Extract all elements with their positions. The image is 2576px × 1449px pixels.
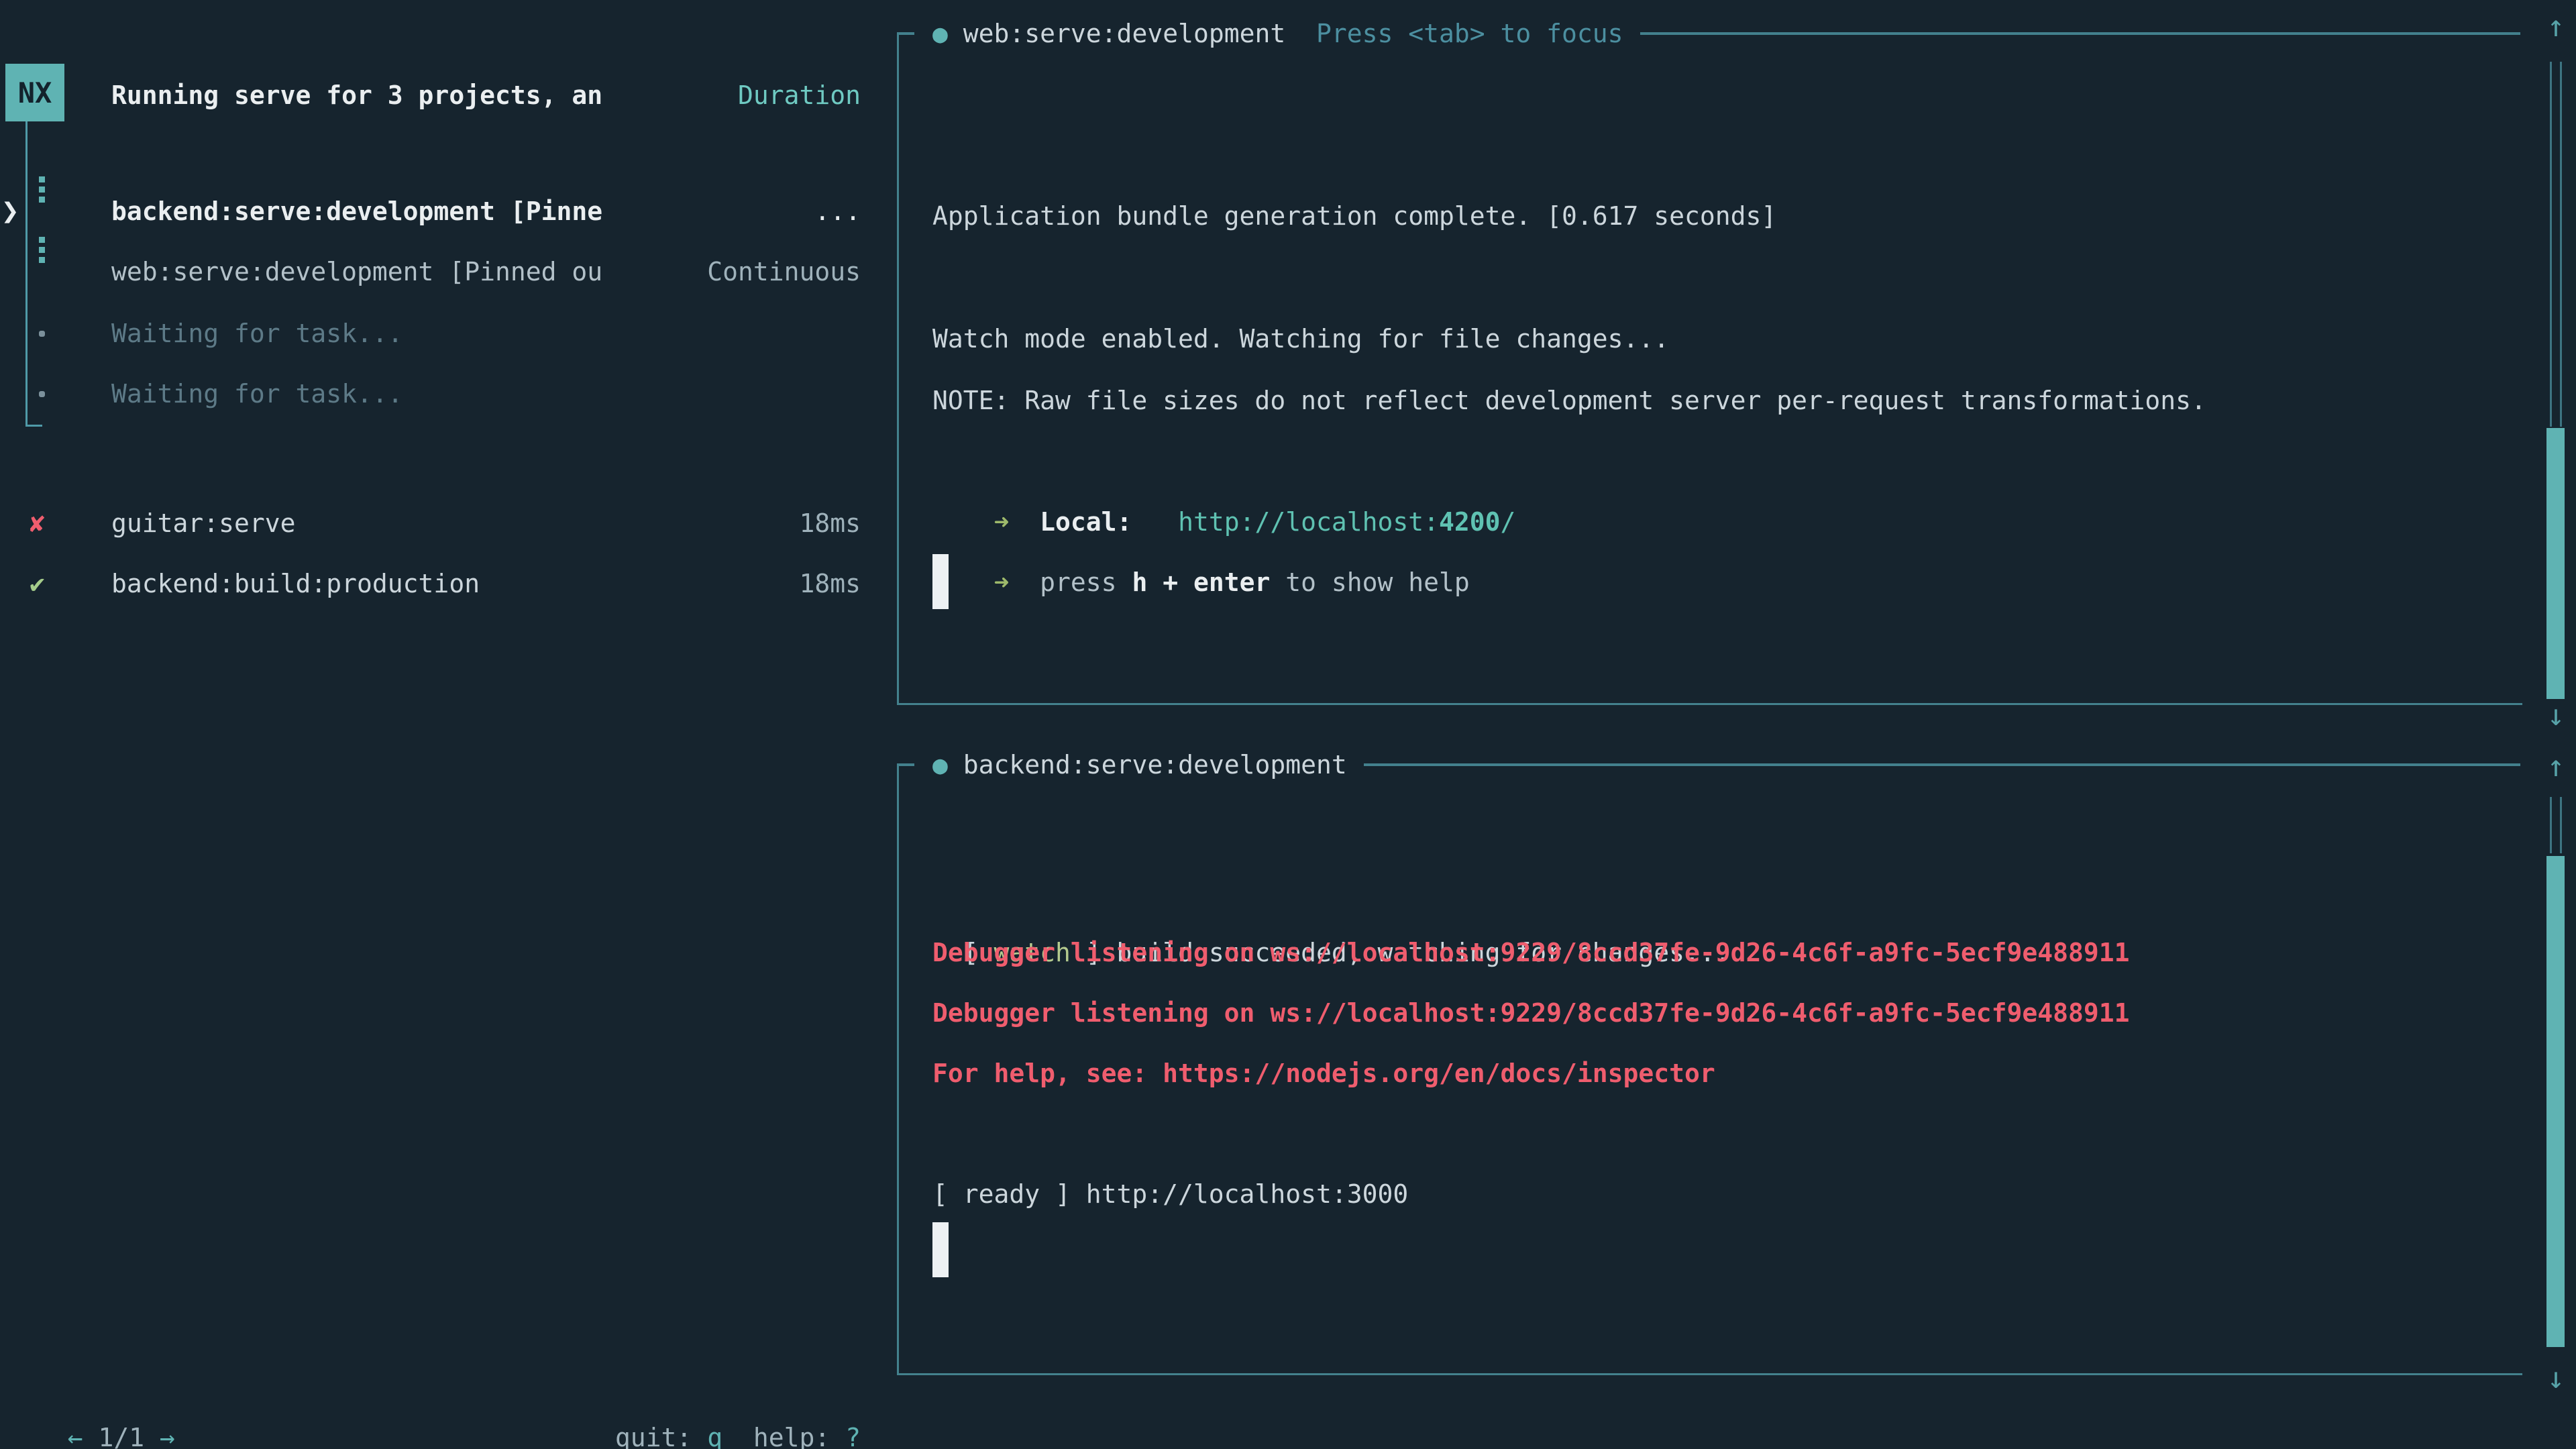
scroll-up-icon[interactable]: ↑ [2530,0,2576,57]
log-line-watch-mode: Watch mode enabled. Watching for file ch… [932,309,1669,369]
help-pre-text: press [1040,568,1132,597]
help-key: ? [845,1423,861,1449]
task-label: backend:build:production [111,553,480,614]
task-label: guitar:serve [111,493,296,553]
help-keys: h + enter [1132,568,1270,597]
scrollbar-thumb[interactable] [2546,856,2565,1347]
panel-title: backend:serve:development [963,750,1347,780]
prompt-arrow-icon: ➜ [963,568,1040,597]
page-prev-arrow[interactable]: ← [68,1423,83,1449]
success-check-icon: ✔ [30,553,45,614]
task-label: Waiting for task... [111,303,403,364]
running-indicator-icon [39,197,45,203]
panel-header-web-serve[interactable]: ● web:serve:development Press <tab> to f… [932,3,2520,64]
running-indicator-icon [39,186,45,193]
scrollbar-thumb[interactable] [2546,428,2565,699]
panel-bullet-icon: ● [932,19,948,48]
panel-header-line [1364,763,2520,766]
log-line-bundle-complete: Application bundle generation complete. … [932,186,1776,246]
task-label: Waiting for task... [111,364,403,424]
quit-label: quit: [615,1423,707,1449]
selected-chevron-icon: ❯ [1,181,19,241]
running-indicator-icon [39,176,45,182]
terminal-cursor [932,554,949,609]
log-line-watch-succeeded: [ watch ] build succeeded, watching for … [932,862,1731,922]
panel-header-backend-serve[interactable]: ● backend:serve:development [932,735,2520,795]
task-duration: 18ms [799,553,861,614]
page-indicator: 1/1 [83,1423,160,1449]
waiting-bullet-icon [39,391,45,397]
panel-border-stub [897,763,914,766]
panel-bullet-icon: ● [932,750,948,780]
running-indicator-icon [39,237,45,243]
task-tree-connector-line [25,121,42,427]
scrollbar-track[interactable] [2550,797,2562,853]
page-next-arrow[interactable]: → [160,1423,175,1449]
help-label: help: [722,1423,845,1449]
task-duration: ... [814,181,861,241]
pagination: ← 1/1 → [37,1347,175,1407]
duration-column-header: Duration [738,65,861,125]
focus-hint: Press <tab> to focus [1316,19,1623,48]
panel-header-line [1640,32,2520,35]
hotkey-bar: quit: q help: ? [584,1347,861,1407]
log-line-local-url: ➜ Local: http://localhost:4200/ [932,431,1515,492]
log-line-note: NOTE: Raw file sizes do not reflect deve… [932,370,2206,431]
local-url-slash[interactable]: / [1501,507,1516,537]
help-post-text: to show help [1270,568,1469,597]
task-duration: 18ms [799,493,861,553]
log-line-debugger-2: Debugger listening on ws://localhost:922… [932,983,2129,1043]
panel-title: web:serve:development [963,19,1285,48]
running-indicator-icon [39,257,45,263]
nx-logo: NX [5,64,64,121]
log-line-inspector-help: For help, see: https://nodejs.org/en/doc… [932,1043,1715,1104]
task-label: web:serve:development [Pinned ou [111,241,602,302]
log-line-debugger-1: Debugger listening on ws://localhost:922… [932,922,2129,983]
log-line-show-help: ➜ press h + enter to show help [932,492,1470,552]
waiting-bullet-icon [39,331,45,337]
quit-key: q [707,1423,722,1449]
scroll-up-icon[interactable]: ↑ [2530,737,2576,797]
task-duration: Continuous [707,241,861,302]
nx-tui-terminal: { "colors": { "background": "#16242e", "… [0,0,2576,1449]
terminal-cursor [932,1222,949,1277]
log-line-ready: [ ready ] http://localhost:3000 [932,1164,1408,1224]
failed-cross-icon: ✘ [30,493,45,553]
sidebar-title: Running serve for 3 projects, an [111,65,602,125]
panel-border-stub [897,32,914,35]
task-label: backend:serve:development [Pinne [111,181,602,241]
running-indicator-icon [39,247,45,253]
scroll-down-icon[interactable]: ↓ [2530,1348,2576,1409]
scrollbar-track[interactable] [2550,62,2562,427]
